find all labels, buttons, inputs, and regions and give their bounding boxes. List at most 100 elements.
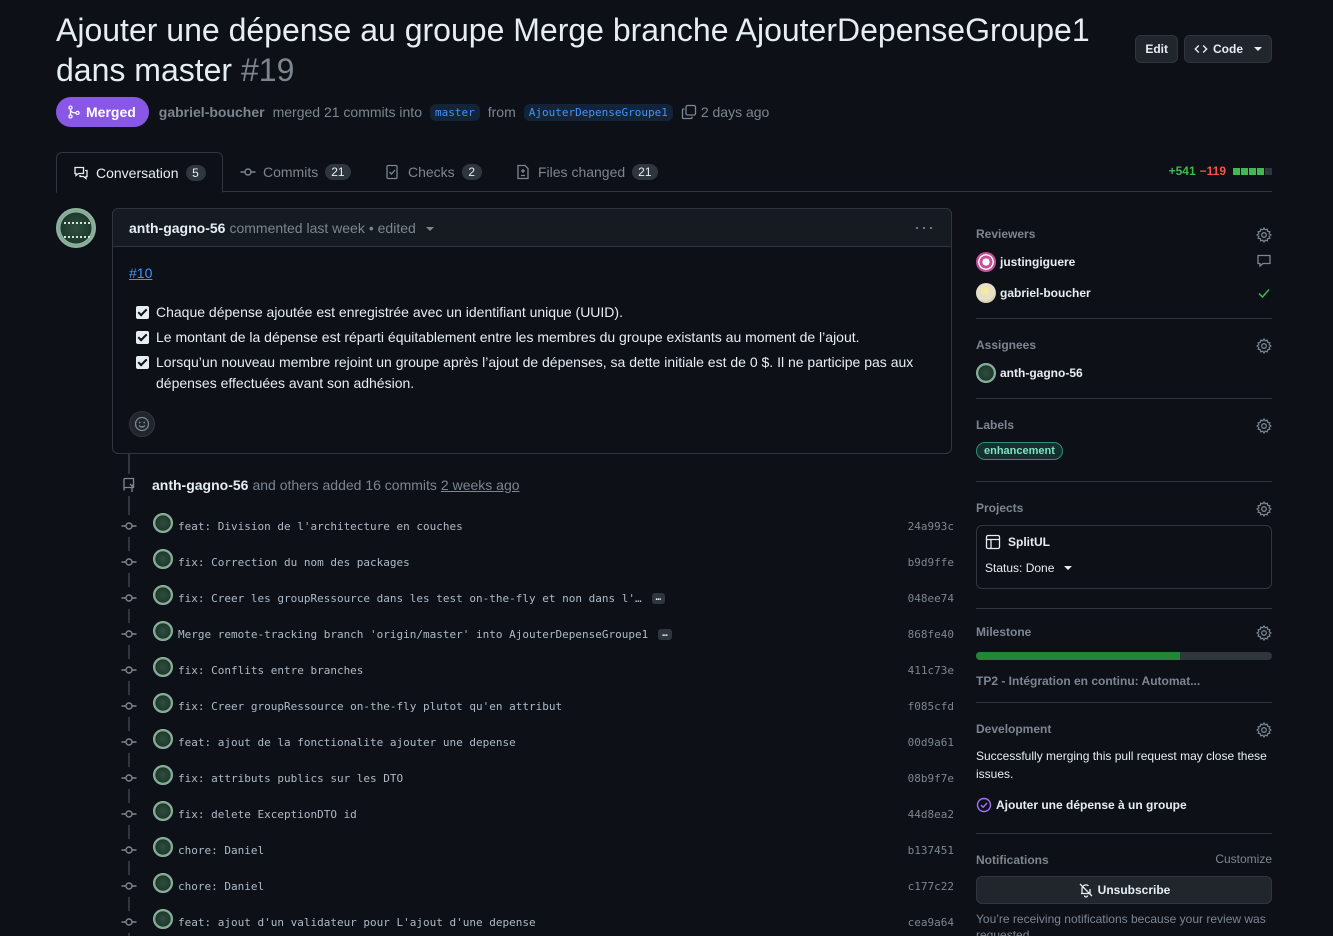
- from-word: from: [487, 104, 516, 120]
- deletions-count: −119: [1199, 164, 1226, 178]
- tab-conversation[interactable]: Conversation 5: [56, 152, 223, 193]
- project-status-dropdown[interactable]: Status: Done: [985, 561, 1263, 575]
- avatar[interactable]: [153, 909, 173, 929]
- commit-sha[interactable]: b137451: [908, 844, 954, 857]
- commit-expand-button[interactable]: …: [658, 628, 672, 640]
- checkbox[interactable]: [136, 306, 149, 319]
- avatar[interactable]: [153, 801, 173, 821]
- commit-sha[interactable]: 00d9a61: [908, 736, 954, 749]
- project-link[interactable]: SplitUL: [985, 534, 1263, 550]
- gear-icon[interactable]: [1256, 227, 1272, 243]
- chevron-down-icon[interactable]: [425, 226, 434, 231]
- commit-sha[interactable]: 24a993c: [908, 520, 954, 533]
- gear-icon[interactable]: [1256, 501, 1272, 517]
- gear-icon[interactable]: [1256, 418, 1272, 434]
- pr-meta: Merged gabriel-boucher merged 21 commits…: [56, 97, 769, 127]
- avatar[interactable]: [153, 657, 173, 677]
- commit-sha[interactable]: 44d8ea2: [908, 808, 954, 821]
- milestone-link[interactable]: TP2 - Intégration en continu: Automat...: [976, 674, 1272, 688]
- milestone-section: Milestone TP2 - Intégration en continu: …: [976, 624, 1272, 688]
- commit-sha[interactable]: 411c73e: [908, 664, 954, 677]
- add-reaction-button[interactable]: [129, 411, 155, 437]
- gear-icon[interactable]: [1256, 625, 1272, 641]
- unsubscribe-button[interactable]: Unsubscribe: [976, 876, 1272, 904]
- check-icon: [1258, 289, 1270, 299]
- additions-count: +541: [1168, 164, 1196, 178]
- code-button[interactable]: Code: [1184, 35, 1272, 63]
- project-card: SplitUL Status: Done: [976, 525, 1272, 589]
- comment-header: anth-gagno-56 commented last week • edit…: [113, 209, 951, 247]
- commit-message[interactable]: fix: attributs publics sur les DTO: [178, 772, 403, 785]
- avatar[interactable]: [153, 693, 173, 713]
- label-enhancement[interactable]: enhancement: [976, 442, 1063, 460]
- copy-icon[interactable]: [681, 104, 697, 120]
- comment-author[interactable]: anth-gagno-56: [129, 220, 225, 236]
- avatar[interactable]: [153, 765, 173, 785]
- checkbox[interactable]: [136, 331, 149, 344]
- commit-row: feat: ajout d'un validateur pour L'ajout…: [118, 909, 954, 934]
- commit-sha[interactable]: 048ee74: [908, 592, 954, 605]
- base-branch[interactable]: master: [430, 103, 480, 121]
- commit-sha[interactable]: b9d9ffe: [908, 556, 954, 569]
- commit-sha[interactable]: c177c22: [908, 880, 954, 893]
- commit-message[interactable]: feat: Division de l'architecture en couc…: [178, 520, 463, 533]
- commit-message[interactable]: fix: Creer les groupRessource dans les t…: [178, 592, 642, 605]
- avatar[interactable]: [153, 513, 173, 533]
- avatar[interactable]: [153, 873, 173, 893]
- edit-button[interactable]: Edit: [1135, 35, 1178, 63]
- kebab-menu-icon[interactable]: ···: [914, 217, 935, 238]
- merge-author[interactable]: gabriel-boucher: [159, 104, 265, 120]
- commit-message[interactable]: feat: ajout d'un validateur pour L'ajout…: [178, 916, 536, 929]
- commit-sha[interactable]: 08b9f7e: [908, 772, 954, 785]
- commit-expand-button[interactable]: …: [651, 592, 666, 604]
- assignee-item[interactable]: anth-gagno-56: [976, 363, 1272, 383]
- avatar[interactable]: [153, 837, 173, 857]
- commit-message[interactable]: feat: ajout de la fonctionalite ajouter …: [178, 736, 516, 749]
- checkbox[interactable]: [136, 356, 149, 369]
- commit-message[interactable]: chore: Daniel: [178, 844, 264, 857]
- comment-edited[interactable]: • edited: [369, 220, 416, 236]
- tab-commits[interactable]: Commits 21: [224, 152, 367, 192]
- development-text: Successfully merging this pull request m…: [976, 749, 1267, 781]
- commit-icon: [118, 911, 140, 933]
- avatar[interactable]: [153, 585, 173, 605]
- issue-closed-icon: [976, 797, 992, 813]
- head-branch[interactable]: AjouterDepenseGroupe1: [523, 103, 673, 121]
- commit-icon: [240, 168, 256, 176]
- push-author[interactable]: anth-gagno-56: [152, 477, 248, 493]
- chevron-down-icon: [1254, 47, 1262, 51]
- commit-row: fix: Correction du nom des packages b9d9f…: [118, 549, 954, 574]
- avatar[interactable]: [153, 621, 173, 641]
- commit-message[interactable]: fix: delete ExceptionDTO id: [178, 808, 357, 821]
- push-time-link[interactable]: 2 weeks ago: [441, 477, 520, 493]
- diffstat: +541 −119: [1169, 164, 1272, 178]
- header-actions: Edit Code: [1135, 35, 1272, 63]
- commit-sha[interactable]: cea9a64: [908, 916, 954, 929]
- commit-sha[interactable]: f085cfd: [908, 700, 954, 713]
- avatar[interactable]: [153, 729, 173, 749]
- diffstat-block: [1233, 167, 1240, 175]
- commit-message[interactable]: fix: Creer groupRessource on-the-fly plu…: [178, 700, 562, 713]
- development-title: Development: [976, 722, 1052, 736]
- issue-reference-link[interactable]: #10: [129, 265, 152, 281]
- tab-files-changed[interactable]: Files changed 21: [499, 152, 674, 192]
- gear-icon[interactable]: [1256, 338, 1272, 354]
- commit-message[interactable]: Merge remote-tracking branch 'origin/mas…: [178, 628, 648, 641]
- commit-message[interactable]: chore: Daniel: [178, 880, 264, 893]
- projects-section: Projects SplitUL Status: Done: [976, 500, 1272, 589]
- commit-message[interactable]: fix: Conflits entre branches: [178, 664, 363, 677]
- reviewer-item[interactable]: gabriel-boucher: [976, 283, 1272, 303]
- avatar[interactable]: [153, 549, 173, 569]
- customize-link[interactable]: Customize: [1215, 852, 1272, 866]
- reviewer-item[interactable]: justingiguere: [976, 252, 1272, 272]
- commit-icon: [118, 515, 140, 537]
- tab-checks[interactable]: Checks 2: [369, 152, 498, 192]
- task-item: Chaque dépense ajoutée est enregistrée a…: [136, 302, 926, 323]
- commit-message[interactable]: fix: Correction du nom des packages: [178, 556, 410, 569]
- table-icon: [985, 534, 1001, 550]
- commit-sha[interactable]: 868fe40: [908, 628, 954, 641]
- avatar[interactable]: [56, 208, 96, 248]
- avatar: [976, 363, 996, 383]
- gear-icon[interactable]: [1256, 722, 1272, 738]
- linked-issue[interactable]: Ajouter une dépense à un groupe: [976, 797, 1272, 813]
